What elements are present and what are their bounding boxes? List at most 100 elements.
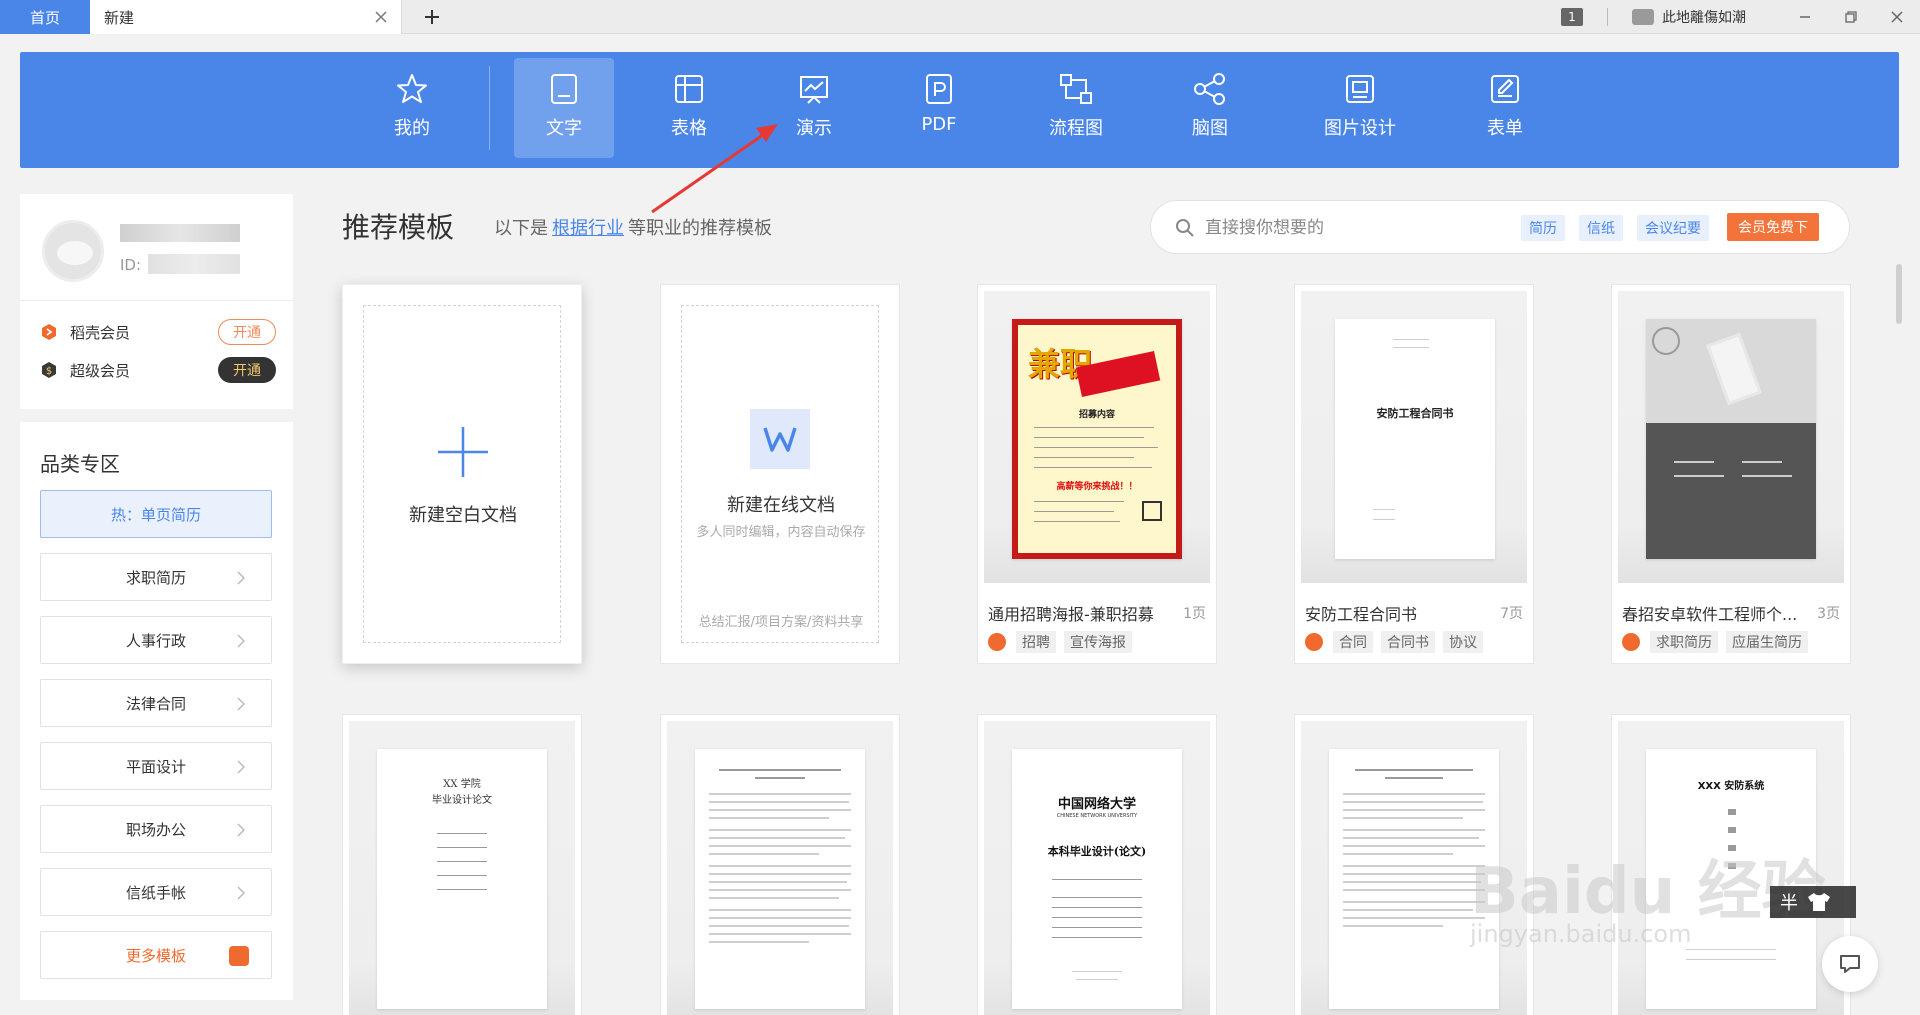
cat-item-more[interactable]: 更多模板 [40, 931, 272, 979]
cat-item-hr[interactable]: 人事行政 [40, 616, 272, 664]
avatar[interactable] [42, 220, 104, 282]
search-bar: 简历 信纸 会议纪要 会员免费下 [1150, 200, 1850, 254]
divider [1607, 8, 1608, 26]
cat-item-stationery[interactable]: 信纸手帐 [40, 868, 272, 916]
cat-pdf[interactable]: PDF [889, 58, 989, 158]
shirt-icon [1808, 893, 1830, 911]
svg-text:$: $ [46, 366, 52, 377]
cat-mindmap[interactable]: 脑图 [1160, 58, 1260, 158]
cat-mine[interactable]: 我的 [362, 58, 462, 158]
user-id-blurred [148, 254, 240, 274]
half-screen-button[interactable]: 半 [1770, 886, 1856, 918]
template-tag[interactable]: 求职简历 [1650, 631, 1718, 653]
table-icon [675, 75, 703, 103]
template-tags: 求职简历 应届生简历 [1622, 631, 1816, 653]
thesis-title: 本科毕业设计(论文) [1047, 845, 1147, 858]
cat-item-label: 平面设计 [125, 757, 186, 776]
search-icon [1176, 219, 1194, 237]
add-tab-icon[interactable] [420, 5, 444, 29]
cat-item-label: 求职简历 [125, 568, 186, 587]
half-screen-label: 半 [1780, 893, 1798, 914]
template-tag[interactable]: 应届生简历 [1726, 631, 1808, 653]
cat-item-label: 法律合同 [125, 694, 186, 713]
user-id-label: ID: [120, 256, 142, 274]
cat-item-label: 人事行政 [125, 631, 186, 650]
docer-icon [988, 633, 1006, 651]
new-online-card[interactable]: 新建在线文档 多人同时编辑，内容自动保存 总结汇报/项目方案/资料共享 [660, 284, 900, 664]
cat-flowchart[interactable]: 流程图 [1026, 58, 1126, 158]
close-icon[interactable] [371, 7, 391, 27]
template-thumbnail [667, 721, 893, 1015]
template-tag[interactable]: 协议 [1443, 631, 1483, 653]
cat-item-hot-resume[interactable]: 热：单页简历 [40, 490, 272, 538]
new-online-sub: 多人同时编辑，内容自动保存 [696, 525, 866, 540]
flowchart-icon [1060, 74, 1092, 104]
dashed-frame [681, 305, 879, 643]
template-tags: 合同 合同书 协议 [1305, 631, 1491, 653]
activate-docer-button[interactable]: 开通 [218, 319, 276, 345]
template-pages: 1页 [1183, 606, 1206, 622]
star-icon [397, 74, 427, 103]
cat-image-design[interactable]: 图片设计 [1310, 58, 1410, 158]
pdf-icon [926, 74, 952, 104]
cat-form[interactable]: 表单 [1455, 58, 1555, 158]
recommend-title: 推荐模板 [342, 211, 455, 244]
cat-label: 脑图 [1192, 118, 1228, 139]
search-input[interactable] [1205, 213, 1505, 243]
template-card[interactable]: 春招安卓软件工程师个... 3页 求职简历 应届生简历 [1611, 284, 1851, 664]
cat-item-graphic[interactable]: 平面设计 [40, 742, 272, 790]
recommend-desc: 以下是 根据行业 等职业的推荐模板 [494, 214, 772, 240]
feedback-chat-button[interactable] [1822, 936, 1878, 992]
scrollbar-thumb[interactable] [1896, 264, 1902, 324]
image-design-icon [1346, 75, 1374, 103]
template-card[interactable]: 安防工程合同书 安防工程合同书 7页 合同 合同书 协议 [1294, 284, 1534, 664]
cat-label: 演示 [796, 118, 832, 139]
divider [20, 300, 293, 301]
new-blank-label: 新建空白文档 [409, 505, 517, 526]
category-bar: 我的 文字 表格 演示 PDF 流程图 脑图 图片设计 表单 [20, 52, 1899, 168]
cat-text[interactable]: 文字 [514, 58, 614, 158]
user-menu[interactable]: 此地離傷如潮 [1632, 7, 1746, 27]
cat-item-office[interactable]: 职场办公 [40, 805, 272, 853]
window-count-badge[interactable]: 1 [1561, 8, 1583, 26]
template-thumbnail: 兼职 招募内容 高薪等你来挑战！！ [984, 291, 1210, 583]
restore-button[interactable] [1828, 0, 1874, 34]
poster-sub: 招募内容 [1078, 410, 1115, 420]
activate-super-button[interactable]: 开通 [218, 357, 276, 383]
search-tag-minutes[interactable]: 会议纪要 [1637, 215, 1709, 241]
chevron-right-icon [237, 634, 245, 648]
template-card[interactable] [660, 714, 900, 1015]
cat-sheet[interactable]: 表格 [639, 58, 739, 158]
tab-home[interactable]: 首页 [0, 0, 90, 34]
cat-presentation[interactable]: 演示 [764, 58, 864, 158]
template-card[interactable]: XX 学院 毕业设计论文 [342, 714, 582, 1015]
template-card[interactable]: 中国网络大学 CHINESE NETWORK UNIVERSITY 本科毕业设计… [977, 714, 1217, 1015]
doc-icon [551, 74, 577, 104]
close-window-button[interactable] [1874, 0, 1920, 34]
template-name: 春招安卓软件工程师个... [1622, 605, 1798, 624]
template-tag[interactable]: 合同 [1333, 631, 1373, 653]
cat-item-legal[interactable]: 法律合同 [40, 679, 272, 727]
cat-label: 文字 [546, 118, 582, 139]
presentation-icon [800, 76, 828, 104]
search-tag-resume[interactable]: 简历 [1521, 215, 1565, 241]
cat-item-job-resume[interactable]: 求职简历 [40, 553, 272, 601]
search-tag-letter[interactable]: 信纸 [1579, 215, 1623, 241]
template-pages: 3页 [1817, 606, 1840, 622]
new-blank-card[interactable]: 新建空白文档 [342, 284, 582, 664]
template-card[interactable]: 兼职 招募内容 高薪等你来挑战！！ 通用招聘海报-兼职招募 1页 招聘 宣传海报 [977, 284, 1217, 664]
template-tag[interactable]: 宣传海报 [1064, 631, 1132, 653]
vip-free-download-button[interactable]: 会员免费下 [1727, 213, 1819, 241]
category-zone-title: 品类专区 [40, 452, 120, 476]
cat-item-label: 信纸手帐 [125, 883, 186, 902]
industry-link[interactable]: 根据行业 [552, 218, 624, 239]
restore-icon [1845, 11, 1857, 23]
minimize-button[interactable] [1782, 0, 1828, 34]
tab-new-label: 新建 [104, 8, 135, 27]
template-tag[interactable]: 招聘 [1016, 631, 1056, 653]
member-name: 超级会员 [70, 361, 131, 380]
category-divider [489, 66, 490, 150]
docer-icon [1622, 633, 1640, 651]
tab-new[interactable]: 新建 [90, 0, 402, 34]
template-tag[interactable]: 合同书 [1381, 631, 1435, 653]
